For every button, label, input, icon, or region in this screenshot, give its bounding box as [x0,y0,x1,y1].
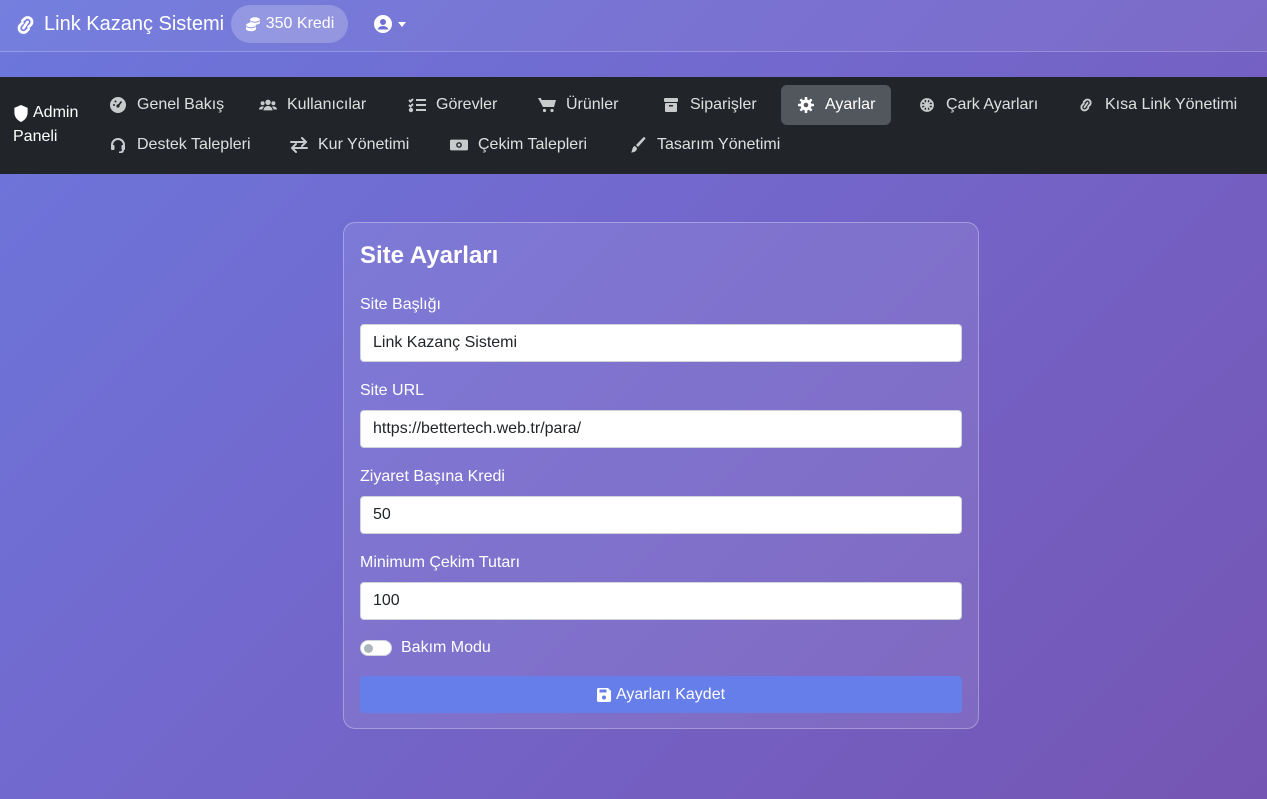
save-button-label: Ayarları Kaydet [615,685,726,703]
nav-gorevler[interactable]: Görevler [392,85,513,125]
min-withdraw-label: Minimum Çekim Tutarı [360,554,521,571]
link-icon [17,15,34,34]
brush-icon [631,137,646,153]
credit-amount: 350 Kredi [265,15,335,32]
nav-cark-ayarlari[interactable]: Çark Ayarları [902,85,1054,125]
nav-label: Kısa Link Yönetimi [1105,96,1238,113]
nav-kisa-link-yonetimi[interactable]: Kısa Link Yönetimi [1061,85,1253,125]
wheel-icon [920,98,934,112]
site-url-label: Site URL [360,382,425,399]
coins-icon [245,17,260,32]
nav-label: Siparişler [690,96,757,113]
top-navbar: Link Kazanç Sistemi 350 Kredi [0,0,1267,52]
site-title-label: Site Başlığı [360,296,441,313]
nav-genel-bakis[interactable]: Genel Bakış [93,85,240,125]
user-menu-toggle[interactable] [374,15,406,33]
nav-tasarim-yonetimi[interactable]: Tasarım Yönetimi [613,125,796,165]
money-icon [450,139,468,151]
gear-icon [798,97,814,113]
nav-label: Çark Ayarları [946,96,1039,113]
nav-label: Destek Talepleri [137,136,251,153]
maintenance-mode-switch[interactable] [360,640,392,656]
nav-destek-talepleri[interactable]: Destek Talepleri [93,125,267,165]
switch-knob [364,644,373,653]
admin-panel-brand[interactable]: Admin Paneli [13,101,78,149]
tasks-icon [408,98,426,113]
nav-label: Ayarlar [825,96,876,113]
link-icon [1080,98,1092,112]
nav-label: Görevler [436,96,498,113]
site-settings-card: Site Ayarları Site Başlığı Site URL Ziya… [343,222,979,729]
site-brand-label: Link Kazanç Sistemi [44,13,225,35]
maintenance-mode-row: Bakım Modu [360,639,491,657]
floppy-disk-icon [596,687,611,702]
shield-icon [14,104,28,122]
nav-label: Tasarım Yönetimi [657,136,781,153]
nav-ayarlar[interactable]: Ayarlar [781,85,892,125]
cart-icon [538,98,556,113]
nav-siparisler[interactable]: Siparişler [646,85,773,125]
nav-label: Genel Bakış [137,96,225,113]
maintenance-mode-label: Bakım Modu [401,639,491,656]
nav-label: Kur Yönetimi [318,136,410,153]
nav-cekim-talepleri[interactable]: Çekim Talepleri [434,125,603,165]
site-title-input[interactable] [360,324,962,362]
users-icon [259,99,277,111]
exchange-icon [290,137,308,153]
admin-brand-line2: Paneli [13,128,58,145]
nav-kullanicilar[interactable]: Kullanıcılar [243,85,382,125]
nav-label: Kullanıcılar [287,96,367,113]
nav-urunler[interactable]: Ürünler [522,85,634,125]
min-withdraw-input[interactable] [360,582,962,620]
site-url-input[interactable] [360,410,962,448]
box-icon [664,98,678,112]
chevron-down-icon [398,21,406,27]
admin-brand-line1: Admin [33,104,79,121]
nav-label: Ürünler [566,96,619,113]
headset-icon [111,138,125,153]
site-brand[interactable]: Link Kazanç Sistemi [13,13,224,36]
credit-per-visit-label: Ziyaret Başına Kredi [360,468,505,485]
credit-per-visit-input[interactable] [360,496,962,534]
save-settings-button[interactable]: Ayarları Kaydet [360,676,962,713]
user-circle-icon [374,15,392,33]
nav-kur-yonetimi[interactable]: Kur Yönetimi [274,125,425,165]
gauge-icon [110,97,126,113]
nav-label: Çekim Talepleri [478,136,588,153]
card-title: Site Ayarları [360,242,499,269]
credit-badge: 350 Kredi [231,5,348,43]
